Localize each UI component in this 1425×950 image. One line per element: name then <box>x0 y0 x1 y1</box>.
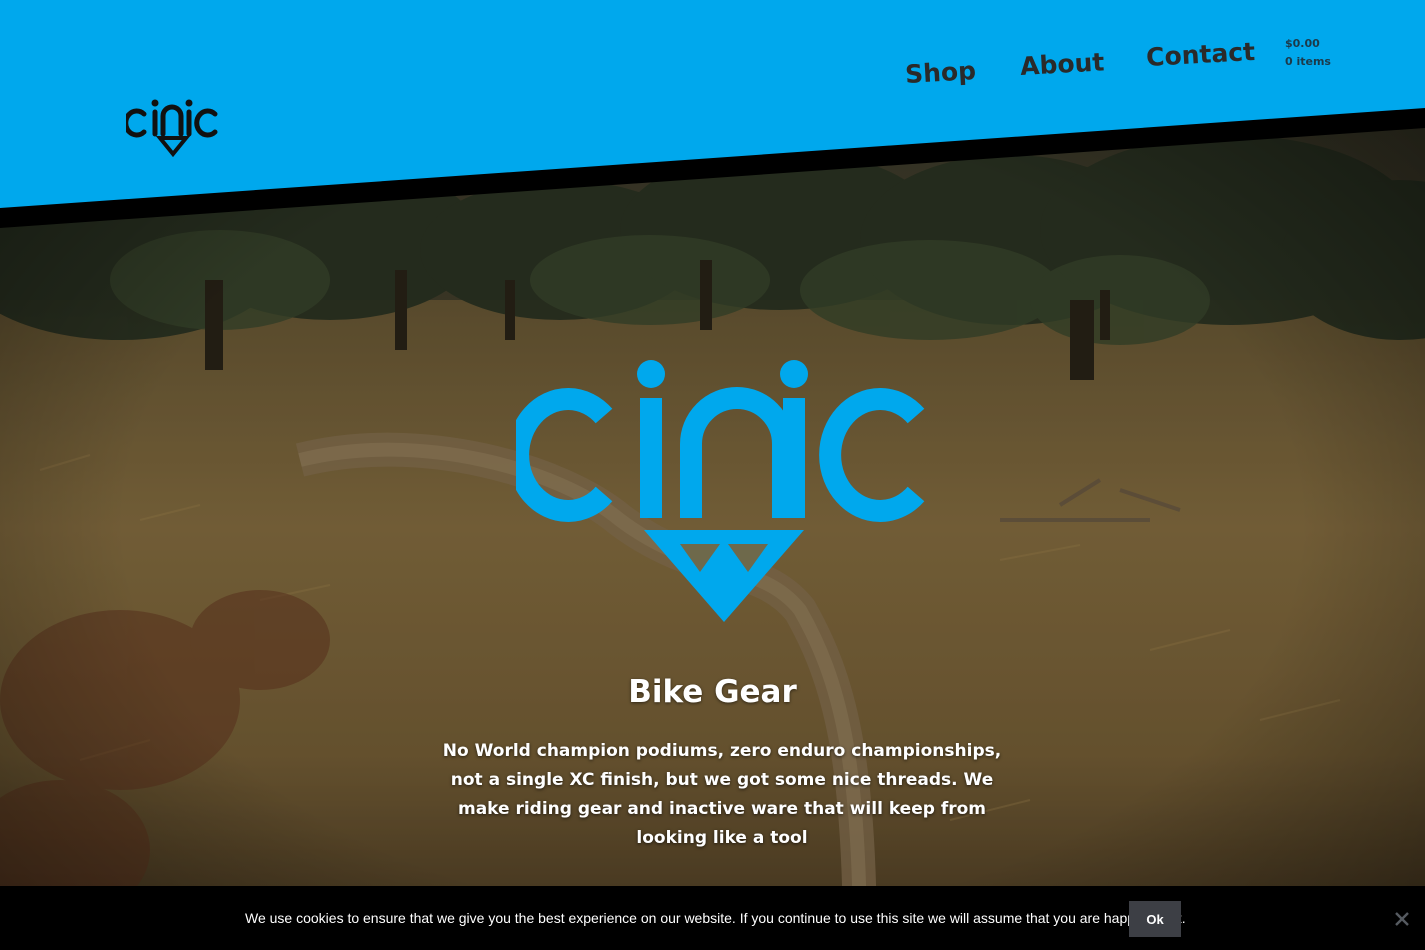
cookie-accept-button[interactable]: Ok <box>1129 901 1181 937</box>
hero-logo <box>507 358 928 628</box>
main-nav: Shop About Contact <box>0 0 1425 120</box>
nav-link-shop[interactable]: Shop <box>904 56 976 89</box>
cookie-notice: We use cookies to ensure that we give yo… <box>0 886 1425 950</box>
cinic-logo-large-icon <box>507 360 925 622</box>
cart-total: $0.00 <box>1285 37 1320 50</box>
nav-link-about[interactable]: About <box>1019 47 1105 81</box>
hero-title: Bike Gear <box>628 674 797 710</box>
nav-link-contact[interactable]: Contact <box>1145 37 1255 72</box>
hero-description: No World champion podiums, zero enduro c… <box>442 741 1002 848</box>
cart-summary[interactable]: $0.00 0 items <box>1285 35 1331 71</box>
close-icon[interactable] <box>1393 910 1411 928</box>
cookie-message: We use cookies to ensure that we give yo… <box>245 910 1186 926</box>
cart-item-count: 0 items <box>1285 55 1331 68</box>
close-icon-glyph <box>1395 912 1409 926</box>
